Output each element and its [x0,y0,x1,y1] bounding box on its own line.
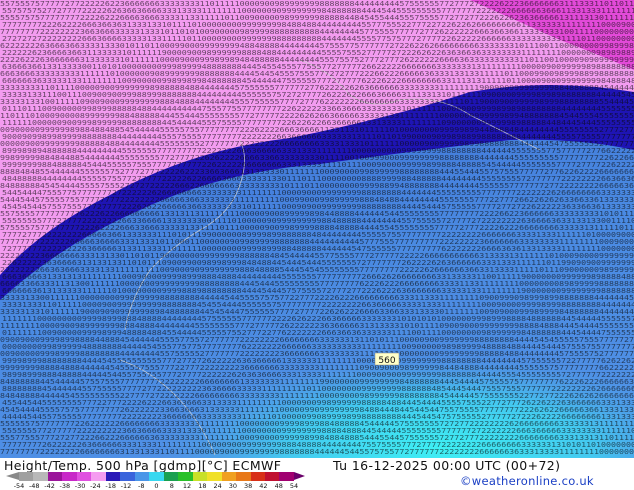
scale-label: 54 [289,482,299,490]
contour-digit-row: 7777777722222222666666663133133311011110… [0,448,634,456]
color-scale-left-arrow [6,472,19,480]
scale-swatch [149,472,164,481]
scale-label: 0 [154,482,159,490]
scale-label: -12 [120,482,132,490]
scale-swatch [47,472,63,481]
temperature-field: 5575557577777277222226223666666633333333… [0,0,634,458]
scale-swatch [207,472,222,481]
scale-swatch [62,472,77,481]
weather-map: 5575557577777277222226223666666633333333… [0,0,634,458]
contour-digit-layer: 5575557577777277222226223666666633333333… [0,0,634,456]
scale-label: 30 [228,482,238,490]
scale-label: 48 [274,482,283,490]
scale-label: -48 [28,482,40,490]
scale-label: 8 [169,482,174,490]
scale-label: -54 [13,482,25,490]
scale-label: 18 [198,482,207,490]
scale-label: 24 [213,482,222,490]
scale-swatch [264,472,280,481]
forecast-datetime: Tu 16-12-2025 00:00 UTC (00+72) [333,458,561,473]
scale-label: 38 [244,482,253,490]
scale-swatch [178,472,193,481]
credit-link[interactable]: ©weatheronline.co.uk [460,474,594,488]
scale-label: -42 [44,482,55,490]
scale-swatch [33,472,48,481]
scale-swatch [221,472,237,481]
scale-label: -18 [105,482,116,490]
map-footer: Height/Temp. 500 hPa [gdmp][°C] ECMWF Tu… [0,458,634,490]
scale-swatch [236,472,251,481]
svg-text:560: 560 [378,356,395,366]
scale-label: -24 [90,482,101,490]
scale-swatch [163,472,179,481]
scale-label: 12 [182,482,192,490]
color-scale-labels: -54 -48 -42 -38 -30 -24 -18 -12 -8 0 8 12 18 24 30 38 42… [14,482,298,490]
scale-label: -38 [59,482,71,490]
contour-label-560: 560 [374,352,400,366]
color-scale-right-arrow [294,472,305,480]
scale-swatch [250,472,265,481]
scale-swatch [105,472,121,481]
scale-swatch [192,472,208,481]
map-title: Height/Temp. 500 hPa [gdmp][°C] ECMWF [4,458,282,473]
scale-swatch [91,472,106,481]
scale-label: -8 [137,482,145,490]
scale-swatch [76,472,92,481]
scale-label: 42 [259,482,268,490]
scale-swatch [279,472,294,481]
scale-swatch [134,472,150,481]
scale-swatch [19,472,34,481]
scale-label: -30 [74,482,86,490]
color-scale-bar [19,472,294,481]
scale-swatch [120,472,135,481]
